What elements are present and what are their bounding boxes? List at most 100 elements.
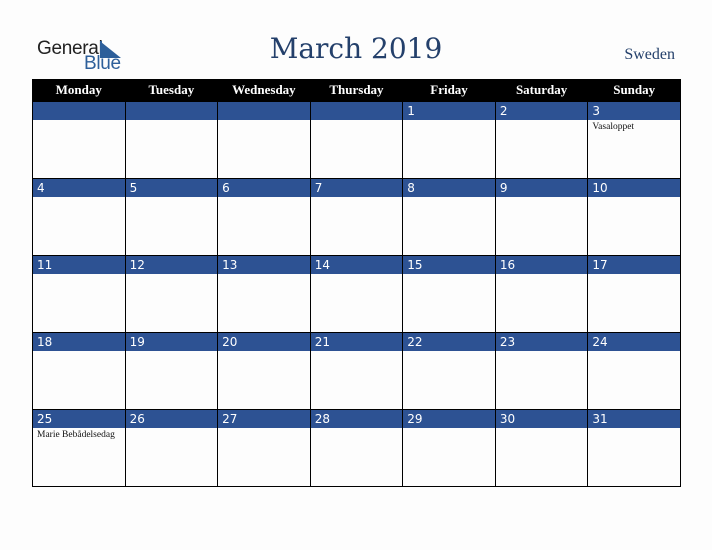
day-cell[interactable]: 3 Vasaloppet (587, 101, 681, 179)
holiday-event (126, 351, 214, 355)
holiday-event (403, 120, 491, 124)
day-cell[interactable]: 8 (402, 178, 496, 256)
week-row: 1 2 3 Vasaloppet (32, 101, 681, 179)
day-number: 22 (403, 333, 495, 351)
holiday-event (496, 428, 584, 432)
holiday-event (311, 428, 399, 432)
day-cell[interactable]: 21 (309, 332, 404, 410)
holiday-event (403, 197, 491, 201)
day-number: 25 (33, 410, 125, 428)
holiday-event (218, 197, 306, 201)
holiday-event (33, 120, 121, 124)
day-number: 5 (125, 179, 218, 197)
day-number: 18 (33, 333, 125, 351)
weekday-header: Saturday (494, 79, 589, 102)
day-cell[interactable]: 14 (309, 255, 404, 333)
holiday-event (218, 351, 306, 355)
day-cell[interactable]: 7 (309, 178, 404, 256)
weekday-header: Monday (32, 79, 126, 102)
day-number: 17 (588, 256, 680, 274)
day-number: 13 (218, 256, 310, 274)
day-number: 8 (403, 179, 495, 197)
day-cell[interactable]: 11 (32, 255, 126, 333)
day-cell[interactable]: 6 (217, 178, 311, 256)
day-cell[interactable]: 19 (124, 332, 219, 410)
day-cell[interactable] (217, 101, 311, 179)
weekday-header: Wednesday (217, 79, 311, 102)
day-cell[interactable]: 13 (217, 255, 311, 333)
day-cell[interactable]: 31 (587, 409, 681, 487)
day-number: 3 (588, 102, 680, 120)
country-label: Sweden (624, 46, 675, 63)
day-cell[interactable]: 29 (402, 409, 496, 487)
day-number: 9 (495, 179, 588, 197)
day-cell[interactable]: 20 (217, 332, 311, 410)
day-number: 11 (33, 256, 125, 274)
day-cell[interactable] (32, 101, 126, 179)
day-cell[interactable]: 22 (402, 332, 496, 410)
day-number: 1 (403, 102, 495, 120)
day-cell[interactable]: 1 (402, 101, 496, 179)
day-number: 16 (495, 256, 588, 274)
day-cell[interactable] (309, 101, 404, 179)
day-number: 14 (310, 256, 403, 274)
day-cell[interactable]: 28 (309, 409, 404, 487)
day-number: 4 (33, 179, 125, 197)
holiday-event (311, 197, 399, 201)
holiday-event (403, 274, 491, 278)
holiday-event (403, 428, 491, 432)
day-cell[interactable]: 24 (587, 332, 681, 410)
week-row: 18 19 20 21 22 23 24 (32, 332, 681, 410)
day-number: 24 (588, 333, 680, 351)
holiday-event (588, 351, 676, 355)
day-number (218, 102, 310, 120)
day-cell[interactable]: 15 (402, 255, 496, 333)
holiday-event (126, 428, 214, 432)
day-cell[interactable]: 5 (124, 178, 219, 256)
holiday-event (588, 274, 676, 278)
holiday-event (218, 120, 306, 124)
calendar-title: March 2019 (269, 32, 443, 65)
holiday-event: Vasaloppet (592, 122, 635, 132)
holiday-event (126, 197, 214, 201)
holiday-event (496, 120, 584, 124)
day-cell[interactable]: 18 (32, 332, 126, 410)
day-cell[interactable]: 23 (494, 332, 589, 410)
week-row: 25 Marie Bebådelsedag 26 27 28 29 30 31 (32, 409, 681, 487)
day-number: 15 (403, 256, 495, 274)
weekday-header: Thursday (309, 79, 404, 102)
holiday-event (403, 351, 491, 355)
weekday-header: Sunday (587, 79, 681, 102)
holiday-event (496, 351, 584, 355)
day-cell[interactable]: 30 (494, 409, 589, 487)
holiday-event (218, 274, 306, 278)
day-number: 23 (495, 333, 588, 351)
day-cell[interactable]: 25 Marie Bebådelsedag (32, 409, 126, 487)
day-cell[interactable] (124, 101, 219, 179)
holiday-event (588, 428, 676, 432)
day-cell[interactable]: 2 (494, 101, 589, 179)
day-cell[interactable]: 12 (124, 255, 219, 333)
day-cell[interactable]: 10 (587, 178, 681, 256)
day-cell[interactable]: 27 (217, 409, 311, 487)
day-cell[interactable]: 16 (494, 255, 589, 333)
day-cell[interactable]: 4 (32, 178, 126, 256)
day-cell[interactable]: 26 (124, 409, 219, 487)
holiday-event (311, 120, 399, 124)
day-number (33, 102, 125, 120)
day-number: 7 (310, 179, 403, 197)
holiday-event: Marie Bebådelsedag (37, 430, 115, 440)
day-number: 29 (403, 410, 495, 428)
day-cell[interactable]: 17 (587, 255, 681, 333)
holiday-event (588, 197, 676, 201)
holiday-event (218, 428, 306, 432)
day-number (310, 102, 403, 120)
day-number: 6 (218, 179, 310, 197)
holiday-event (496, 197, 584, 201)
day-number: 20 (218, 333, 310, 351)
day-number: 2 (495, 102, 588, 120)
weekday-header: Friday (402, 79, 496, 102)
day-cell[interactable]: 9 (494, 178, 589, 256)
day-number: 31 (588, 410, 680, 428)
holiday-event (311, 274, 399, 278)
